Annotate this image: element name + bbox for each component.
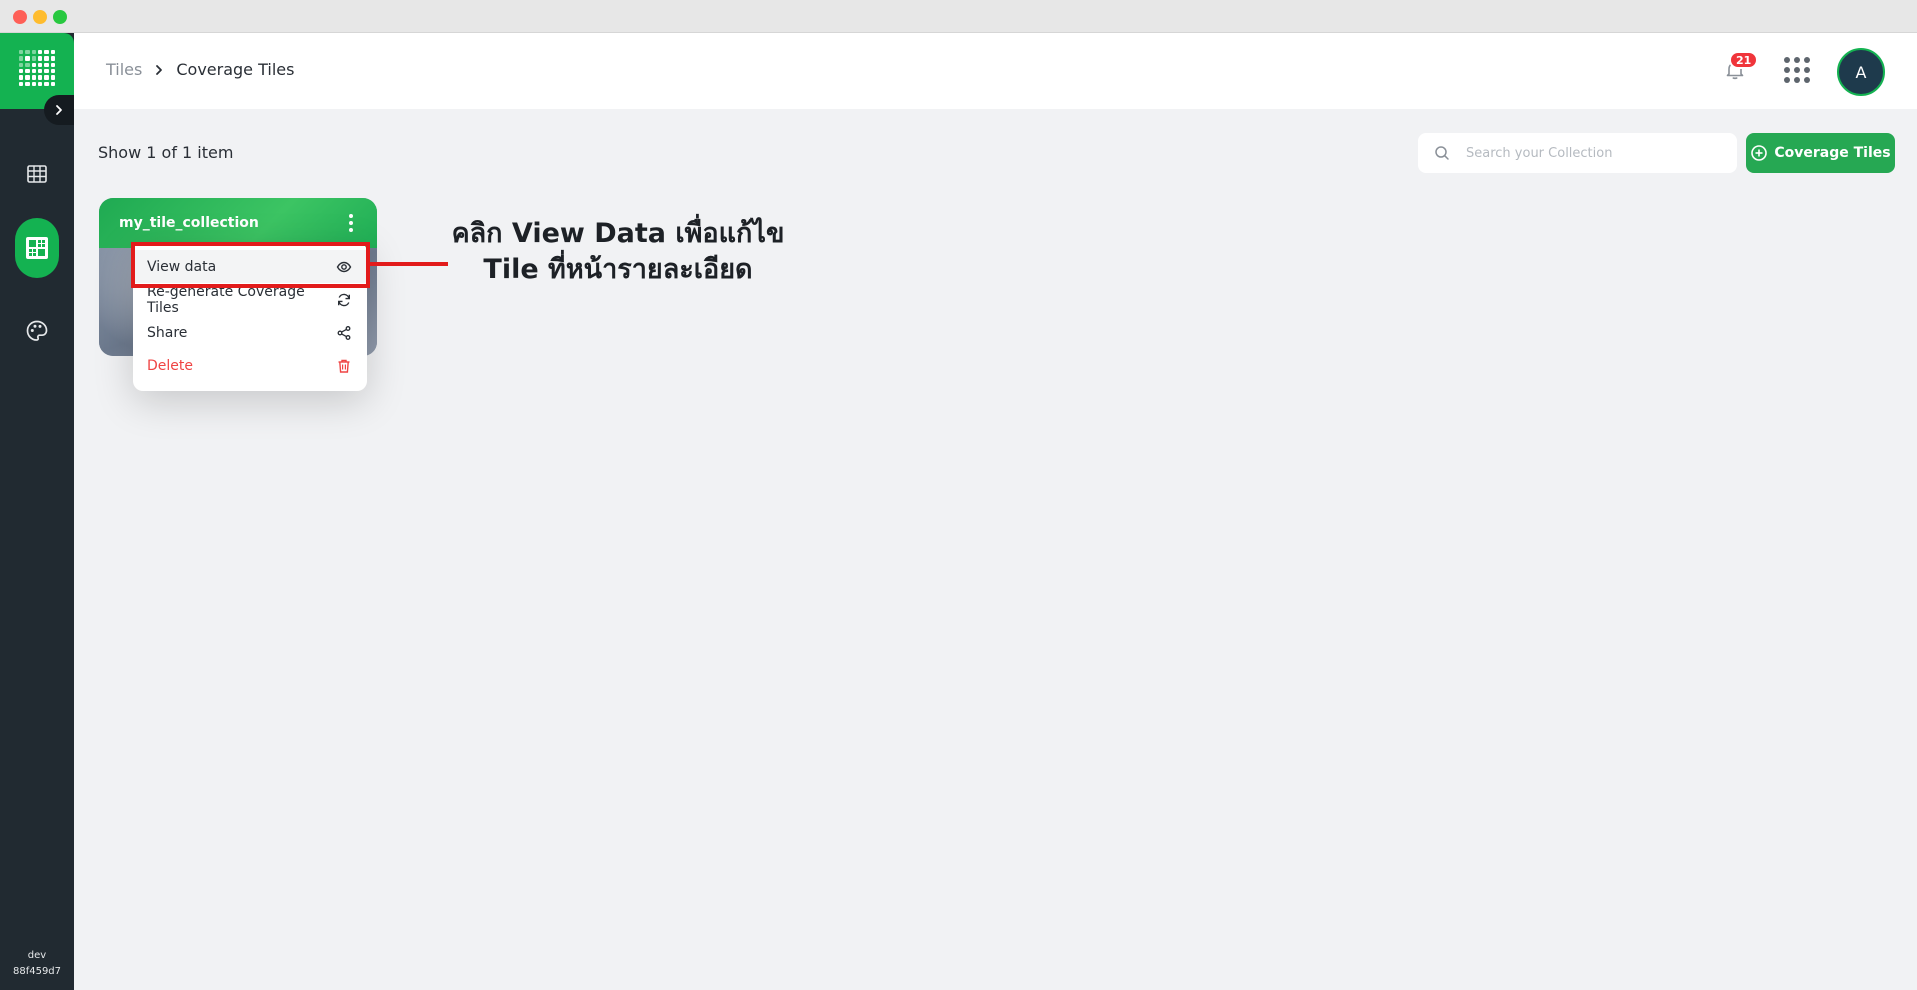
chevron-right-icon — [56, 105, 62, 115]
environment-label: dev — [27, 950, 47, 961]
sidebar-item-coverage-tiles[interactable] — [15, 218, 59, 278]
plus-circle-icon — [1751, 145, 1768, 161]
palette-icon — [26, 320, 48, 341]
sidebar-item-styles[interactable] — [15, 309, 59, 353]
grid-logo-icon — [19, 50, 55, 86]
annotation-line-1: คลิก View Data เพื่อแก้ไข — [451, 218, 785, 249]
refresh-icon — [336, 291, 353, 309]
search-box — [1418, 133, 1737, 173]
item-count-label: Show 1 of 1 item — [98, 143, 234, 162]
breadcrumb-tiles-link[interactable]: Tiles — [106, 60, 142, 79]
maximize-window-button[interactable] — [53, 10, 67, 24]
more-options-icon[interactable] — [346, 211, 356, 235]
sidebar: dev 88f459d7 — [0, 33, 74, 990]
user-avatar[interactable]: A — [1837, 48, 1885, 96]
menu-item-label: Delete — [147, 357, 193, 374]
expand-sidebar-button[interactable] — [44, 95, 74, 125]
search-icon — [1418, 145, 1466, 161]
build-info: dev 88f459d7 — [0, 948, 74, 980]
share-icon — [335, 324, 353, 342]
card-title: my_tile_collection — [119, 215, 259, 231]
tiles-icon — [26, 237, 48, 259]
sidebar-item-tables[interactable] — [15, 152, 59, 196]
highlight-box — [131, 242, 370, 288]
table-icon — [27, 165, 47, 183]
breadcrumb: Tiles Coverage Tiles — [106, 60, 294, 79]
card-header: my_tile_collection — [99, 198, 377, 248]
breadcrumb-current: Coverage Tiles — [176, 60, 295, 79]
minimize-window-button[interactable] — [33, 10, 47, 24]
close-window-button[interactable] — [13, 10, 27, 24]
add-button-label: Coverage Tiles — [1774, 145, 1891, 161]
build-hash: 88f459d7 — [12, 966, 62, 977]
add-coverage-tiles-button[interactable]: Coverage Tiles — [1746, 133, 1895, 173]
annotation-line-2: Tile ที่หน้ารายละเอียด — [483, 254, 753, 285]
window-titlebar — [0, 0, 1917, 33]
notification-count-badge: 21 — [1729, 51, 1759, 69]
trash-icon — [335, 357, 353, 375]
chevron-right-icon — [156, 64, 163, 75]
menu-item-label: Share — [147, 324, 188, 341]
menu-item-label: Re-generate Coverage Tiles — [147, 283, 305, 316]
top-header: Tiles Coverage Tiles 21 A — [74, 33, 1917, 109]
apps-grid-button[interactable] — [1784, 57, 1810, 83]
tutorial-annotation: คลิก View Data เพื่อแก้ไข Tile ที่หน้ารา… — [436, 216, 800, 288]
search-input[interactable] — [1466, 145, 1737, 161]
menu-item-delete[interactable]: Delete — [133, 349, 367, 382]
menu-item-share[interactable]: Share — [133, 316, 367, 349]
